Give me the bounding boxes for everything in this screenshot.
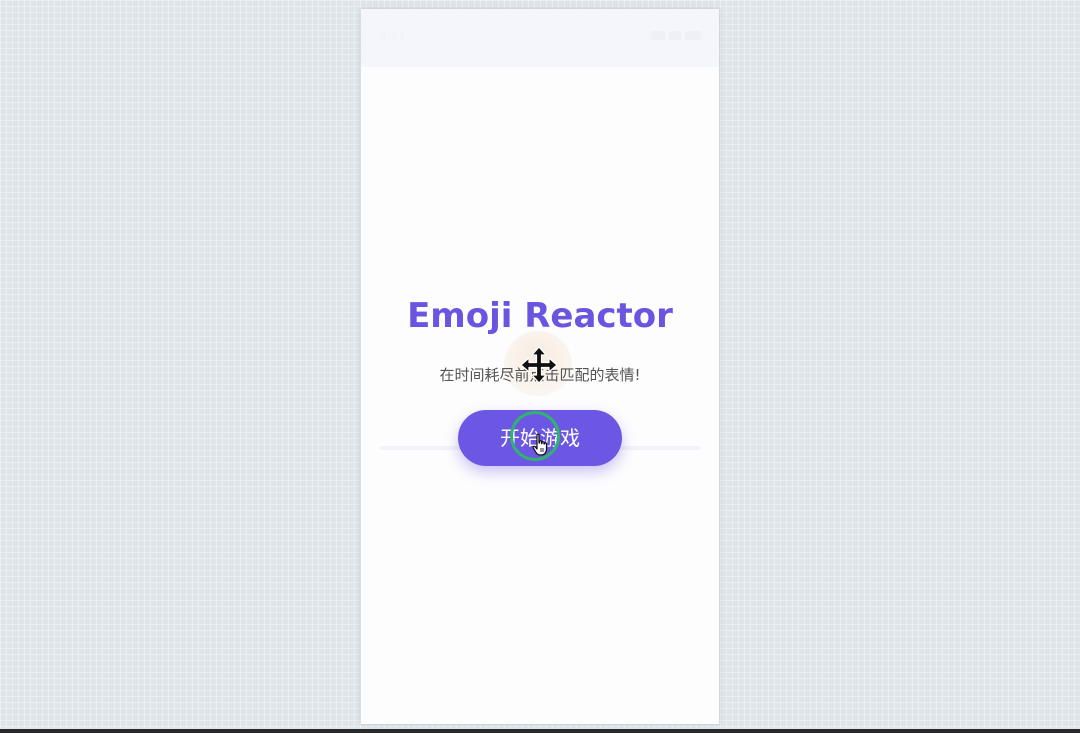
phone-frame: 9:41 Emoji Reactor 在时间耗尽前点击匹配的表情! 开始游戏: [361, 9, 719, 724]
signal-icon: [651, 31, 665, 40]
move-cursor-icon: [520, 346, 558, 384]
game-title: Emoji Reactor: [407, 296, 673, 336]
wifi-icon: [669, 31, 681, 40]
hand-pointer-icon: [532, 433, 548, 456]
battery-icon: [685, 31, 701, 40]
status-icons: [651, 31, 701, 41]
taskbar-edge: [0, 729, 1080, 733]
status-time: 9:41: [379, 29, 406, 43]
status-bar: 9:41: [361, 9, 719, 67]
